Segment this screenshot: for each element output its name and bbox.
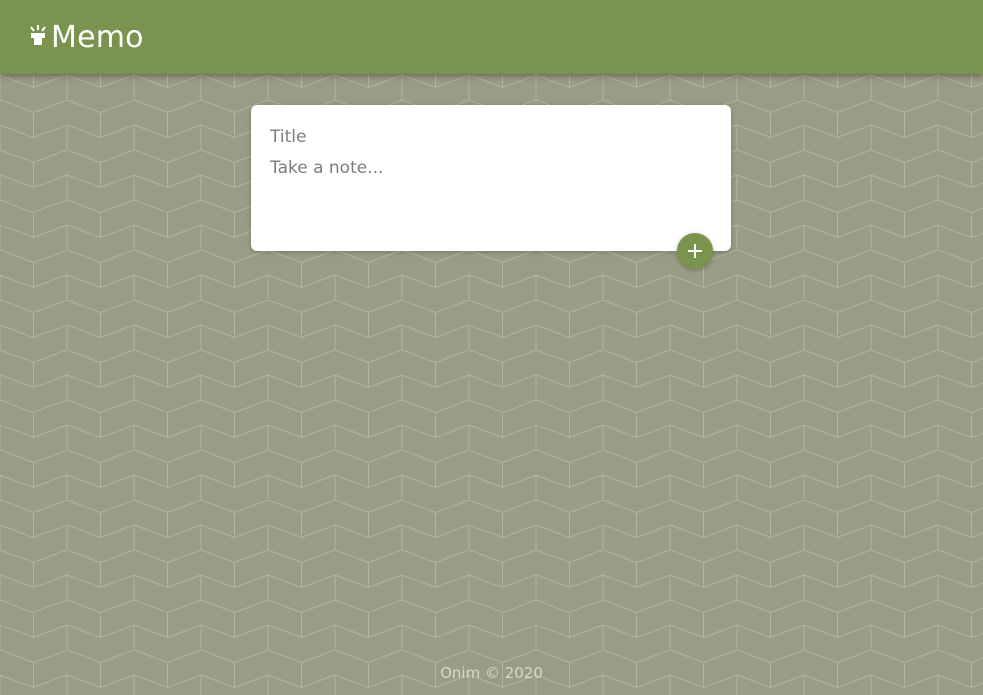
note-title-input[interactable]	[270, 125, 710, 149]
lightbulb-icon	[30, 25, 46, 45]
add-note-button[interactable]	[677, 233, 713, 269]
copyright-text: Onim © 2020	[440, 664, 543, 682]
create-note-form	[251, 105, 731, 251]
footer: Onim © 2020	[0, 664, 983, 688]
app-header: Memo	[0, 0, 983, 74]
plus-icon	[688, 244, 702, 258]
note-content-input[interactable]	[270, 156, 710, 236]
app-title: Memo	[51, 19, 144, 55]
